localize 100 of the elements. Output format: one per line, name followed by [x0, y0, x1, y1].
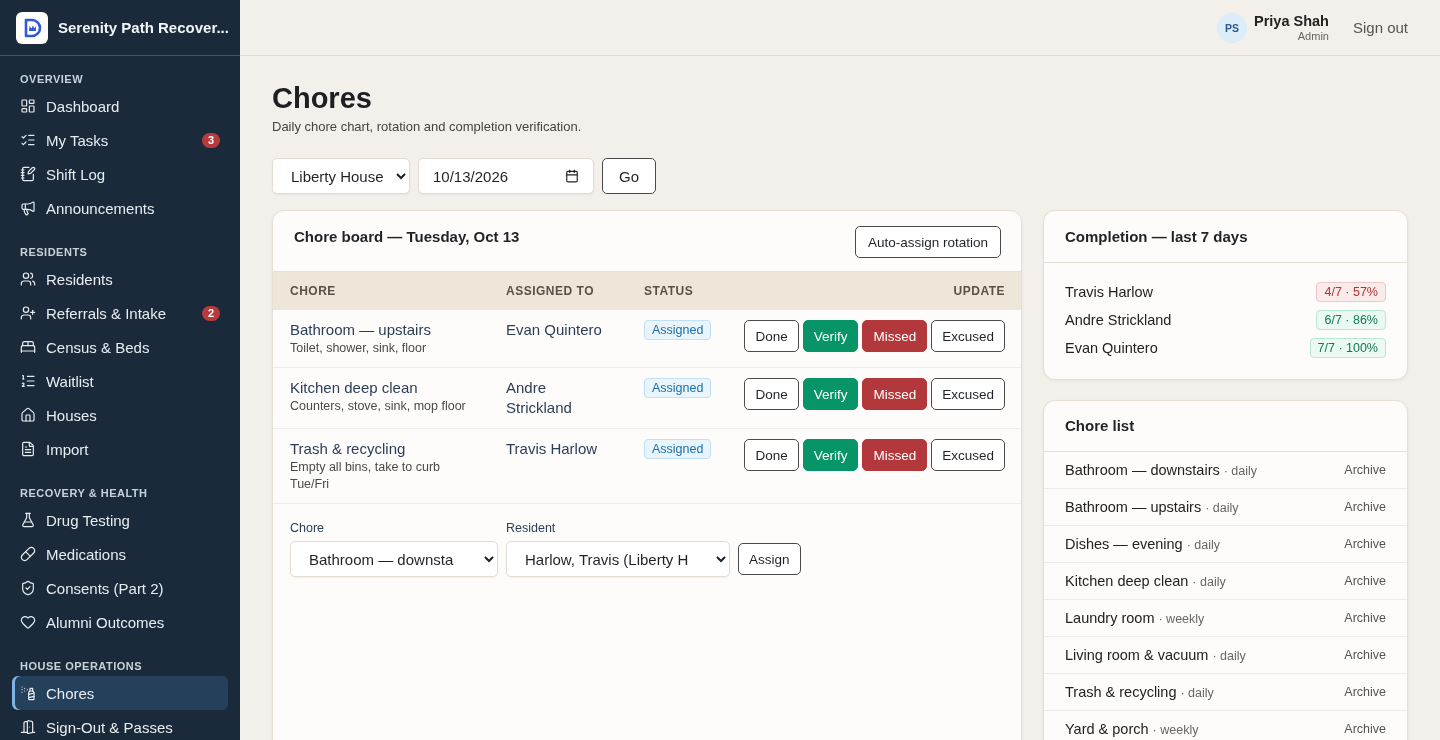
count-badge: 3: [202, 132, 220, 148]
user-avatar: PS: [1217, 12, 1247, 43]
completion-score: 6/7 · 86%: [1316, 310, 1386, 330]
logo-icon: [16, 11, 48, 44]
archive-link[interactable]: Archive: [1344, 685, 1386, 699]
status-update-button[interactable]: Verify: [802, 439, 859, 471]
user-role: Admin: [1297, 29, 1329, 43]
resident-name: Travis Harlow: [1065, 284, 1154, 300]
nav-item[interactable]: Consents (Part 2): [12, 571, 228, 605]
chore-select[interactable]: Bathroom — downsta: [290, 541, 498, 577]
count-badge: 2: [202, 305, 220, 321]
chore-list-name: Kitchen deep clean: [1065, 573, 1189, 589]
nav-section-title: RESIDENTS: [20, 245, 89, 259]
spray-bottle-icon: [20, 685, 36, 701]
chore-frequency: · daily: [1186, 538, 1220, 552]
heart-icon: [20, 614, 36, 630]
chore-name: Trash & recycling: [290, 439, 407, 459]
assignee-name: Evan Quintero: [506, 320, 602, 340]
nav-item[interactable]: Residents: [12, 262, 228, 296]
chore-list-name: Trash & recycling: [1065, 684, 1177, 700]
checklist-icon: [20, 132, 36, 148]
assign-button[interactable]: Assign: [738, 543, 801, 575]
resident-name: Andre Strickland: [1065, 312, 1172, 328]
status-update-button[interactable]: Excused: [931, 320, 1005, 352]
archive-link[interactable]: Archive: [1344, 611, 1386, 625]
status-update-button[interactable]: Excused: [931, 439, 1005, 471]
nav-item[interactable]: Drug Testing: [12, 503, 228, 537]
column-header: UPDATE: [953, 284, 1005, 298]
chore-list-name: Laundry room: [1065, 610, 1155, 626]
assignee-name: Andre Strickland: [506, 378, 573, 418]
archive-link[interactable]: Archive: [1344, 574, 1386, 588]
chore-frequency: · weekly: [1152, 723, 1199, 737]
nav-item[interactable]: Medications: [12, 537, 228, 571]
chore-frequency: · weekly: [1158, 612, 1205, 626]
resident-select[interactable]: Harlow, Travis (Liberty H: [506, 541, 730, 577]
status-update-button[interactable]: Excused: [931, 378, 1005, 410]
date-field[interactable]: 10/13/2026: [418, 158, 594, 194]
chore-frequency: · daily: [1180, 686, 1214, 700]
field-label: Resident: [506, 520, 557, 536]
completion-score: 4/7 · 57%: [1316, 282, 1386, 302]
nav-item[interactable]: Alumni Outcomes: [12, 605, 228, 639]
house-select[interactable]: Liberty House: [272, 158, 410, 194]
nav-item[interactable]: Sign-Out & Passes: [12, 710, 228, 740]
auto-assign-button[interactable]: Auto-assign rotation: [854, 226, 1001, 258]
nav-section-title: OVERVIEW: [20, 72, 85, 86]
chore-name: Bathroom — upstairs: [290, 320, 432, 340]
pill-icon: [20, 546, 36, 562]
archive-link[interactable]: Archive: [1344, 463, 1386, 477]
nav-item[interactable]: Census & Beds: [12, 330, 228, 364]
user-plus-icon: [20, 305, 36, 321]
card-title: Completion — last 7 days: [1065, 227, 1248, 247]
column-header: CHORE: [290, 284, 337, 298]
chore-detail: Counters, stove, sink, mop floor: [290, 398, 467, 415]
nav-item[interactable]: Waitlist: [12, 364, 228, 398]
document-icon: [20, 441, 36, 457]
completion-score: 7/7 · 100%: [1309, 338, 1386, 358]
chore-list-name: Dishes — evening: [1065, 536, 1183, 552]
status-badge: Assigned: [644, 378, 712, 398]
archive-link[interactable]: Archive: [1344, 537, 1386, 551]
status-update-button[interactable]: Missed: [862, 378, 928, 410]
chore-frequency: · daily: [1223, 464, 1258, 478]
assignee-name: Travis Harlow: [506, 439, 598, 459]
page-subtitle: Daily chore chart, rotation and completion verification.: [272, 118, 583, 136]
sign-out-link[interactable]: Sign out: [1352, 19, 1408, 36]
nav-item[interactable]: Houses: [12, 398, 228, 432]
resident-name: Evan Quintero: [1065, 340, 1158, 356]
archive-link[interactable]: Archive: [1344, 500, 1386, 514]
page-title: Chores: [272, 82, 373, 114]
nav-item[interactable]: Shift Log: [12, 157, 228, 191]
status-update-button[interactable]: Done: [744, 378, 799, 410]
status-update-button[interactable]: Missed: [862, 320, 928, 352]
nav-item[interactable]: My Tasks 3: [12, 123, 228, 157]
house-icon: [20, 407, 36, 423]
archive-link[interactable]: Archive: [1344, 722, 1386, 736]
chore-detail: Empty all bins, take to curb Tue/Fri: [290, 459, 442, 493]
go-button[interactable]: Go: [602, 158, 656, 194]
door-icon: [20, 719, 36, 735]
dashboard-icon: [20, 98, 36, 114]
status-badge: Assigned: [644, 320, 712, 340]
status-update-button[interactable]: Verify: [802, 320, 859, 352]
status-update-button[interactable]: Done: [744, 439, 799, 471]
nav-item[interactable]: Referrals & Intake 2: [12, 296, 228, 330]
numbered-list-icon: [20, 373, 36, 389]
status-update-button[interactable]: Missed: [862, 439, 928, 471]
status-update-button[interactable]: Done: [744, 320, 799, 352]
column-header: STATUS: [644, 284, 695, 298]
chore-list-name: Bathroom — downstairs: [1065, 462, 1220, 478]
nav-item[interactable]: Dashboard: [12, 89, 228, 123]
nav-item[interactable]: Announcements: [12, 191, 228, 225]
archive-link[interactable]: Archive: [1344, 648, 1386, 662]
column-header: ASSIGNED TO: [506, 284, 595, 298]
megaphone-icon: [20, 200, 36, 216]
calendar-icon: [565, 169, 579, 183]
shield-check-icon: [20, 580, 36, 596]
nav-item[interactable]: Import: [12, 432, 228, 466]
chore-frequency: · daily: [1212, 649, 1246, 663]
flask-icon: [20, 512, 36, 528]
nav-item[interactable]: Chores: [12, 676, 228, 710]
status-update-button[interactable]: Verify: [802, 378, 859, 410]
status-badge: Assigned: [644, 439, 712, 459]
